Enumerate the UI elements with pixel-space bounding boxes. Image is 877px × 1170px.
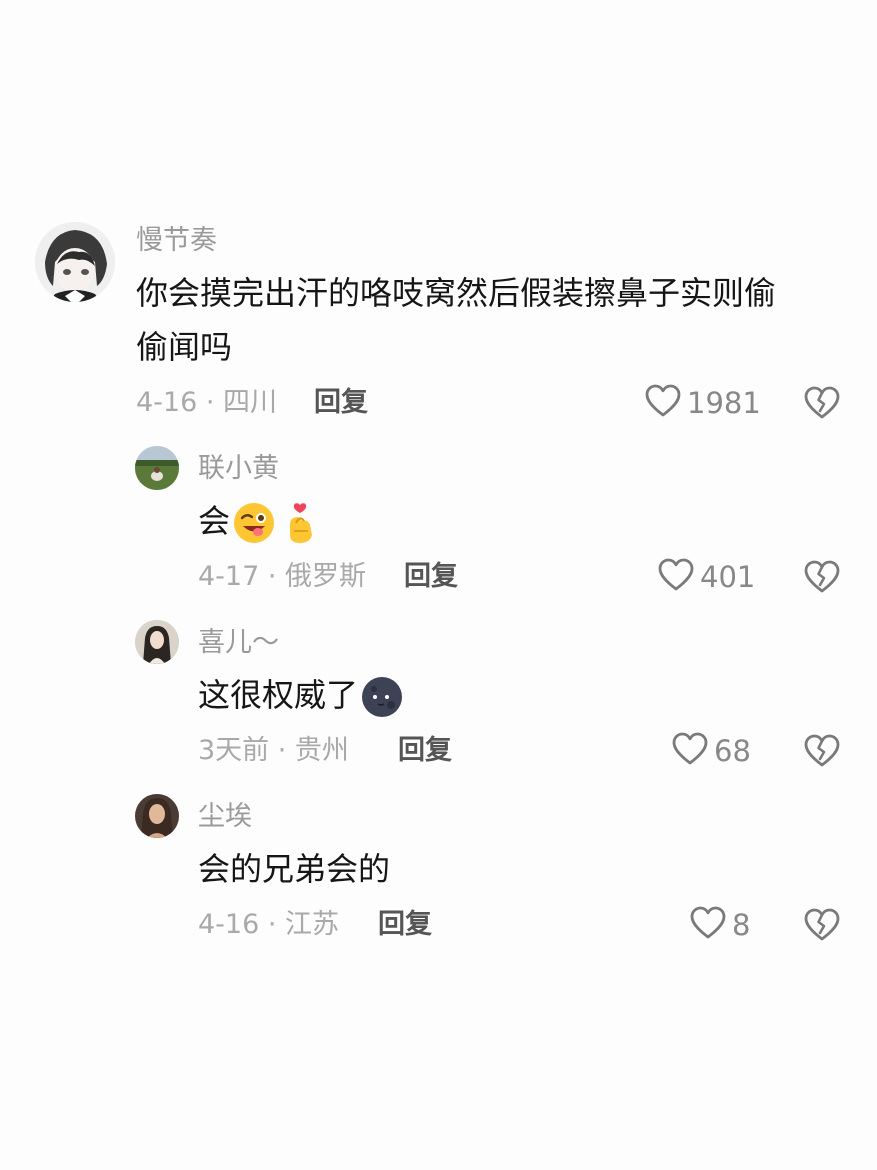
reply-button[interactable]: 回复 xyxy=(378,908,432,942)
comment-text: 会的兄弟会的 xyxy=(198,850,391,888)
heart-outline-icon xyxy=(690,906,726,944)
dislike-button[interactable] xyxy=(804,908,840,942)
like-button[interactable]: 8 xyxy=(690,905,750,945)
reply-item: 尘埃 会的兄弟会的 4-16 · 江苏 回复 8 xyxy=(0,0,877,960)
comment-meta: 4-16 · 江苏 xyxy=(198,909,340,940)
broken-heart-icon xyxy=(804,908,840,946)
avatar[interactable] xyxy=(135,794,179,838)
comment-username[interactable]: 尘埃 xyxy=(198,800,252,834)
like-count: 8 xyxy=(732,908,751,942)
